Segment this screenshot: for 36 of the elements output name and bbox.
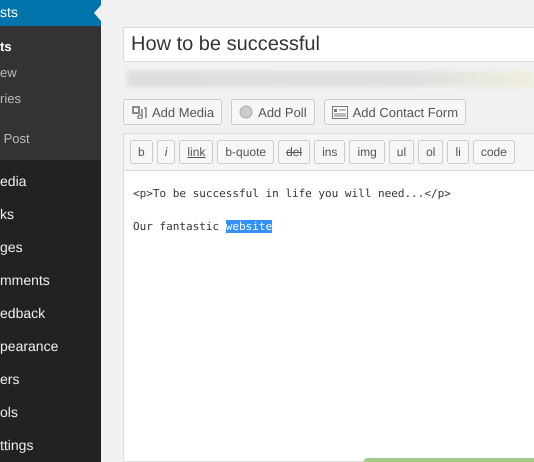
quicktag-button[interactable]: ul [388, 140, 414, 164]
quicktag-button[interactable]: img [349, 140, 385, 164]
submenu-item[interactable]: ries [0, 86, 101, 112]
sidebar-item[interactable]: edback [0, 297, 101, 330]
quicktag-button[interactable]: li [447, 140, 469, 164]
circle-icon [239, 105, 254, 119]
sidebar-item[interactable]: ges [0, 231, 101, 264]
submenu-item[interactable]: ts [0, 34, 101, 60]
sidebar-item[interactable]: mments [0, 264, 101, 297]
form-icon [332, 106, 348, 118]
quicktag-button[interactable]: b [130, 140, 153, 164]
media-button[interactable]: Add Poll [231, 99, 315, 125]
sidebar-item[interactable]: ers [0, 363, 101, 396]
sidebar-item[interactable]: ttings [0, 429, 101, 462]
quicktag-button[interactable]: code [472, 140, 515, 164]
sidebar-item[interactable]: ols [0, 396, 101, 429]
media-button[interactable]: Add Media [123, 99, 222, 125]
quicktag-button[interactable]: i [156, 140, 176, 164]
editor-line: Our fantastic website [133, 219, 274, 235]
quicktag-button[interactable]: b-quote [217, 140, 274, 164]
quicktag-button[interactable]: ins [314, 140, 346, 164]
media-button[interactable]: Add Contact Form [324, 99, 466, 125]
sidebar-item[interactable]: pearance [0, 330, 101, 363]
editor-line: <p>To be successful in life you will need...</p> [133, 186, 452, 202]
pointer-icon [94, 5, 101, 21]
media-icon [131, 105, 147, 119]
quicktag-button[interactable]: del [278, 140, 310, 164]
sidebar-item[interactable]: edia [0, 165, 101, 198]
submenu-item[interactable]: ew [0, 60, 101, 86]
sidebar-item[interactable]: sts [0, 0, 101, 26]
quicktag-button[interactable]: link [179, 140, 214, 164]
submenu-item[interactable]: Post [0, 126, 101, 152]
sidebar-item[interactable]: ks [0, 198, 101, 231]
text-editor[interactable]: <p>To be successful in life you will need...</p> Our fantastic website [123, 170, 534, 462]
quicktag-button[interactable]: ol [418, 140, 444, 164]
title-field[interactable]: How to be successful [123, 27, 534, 62]
